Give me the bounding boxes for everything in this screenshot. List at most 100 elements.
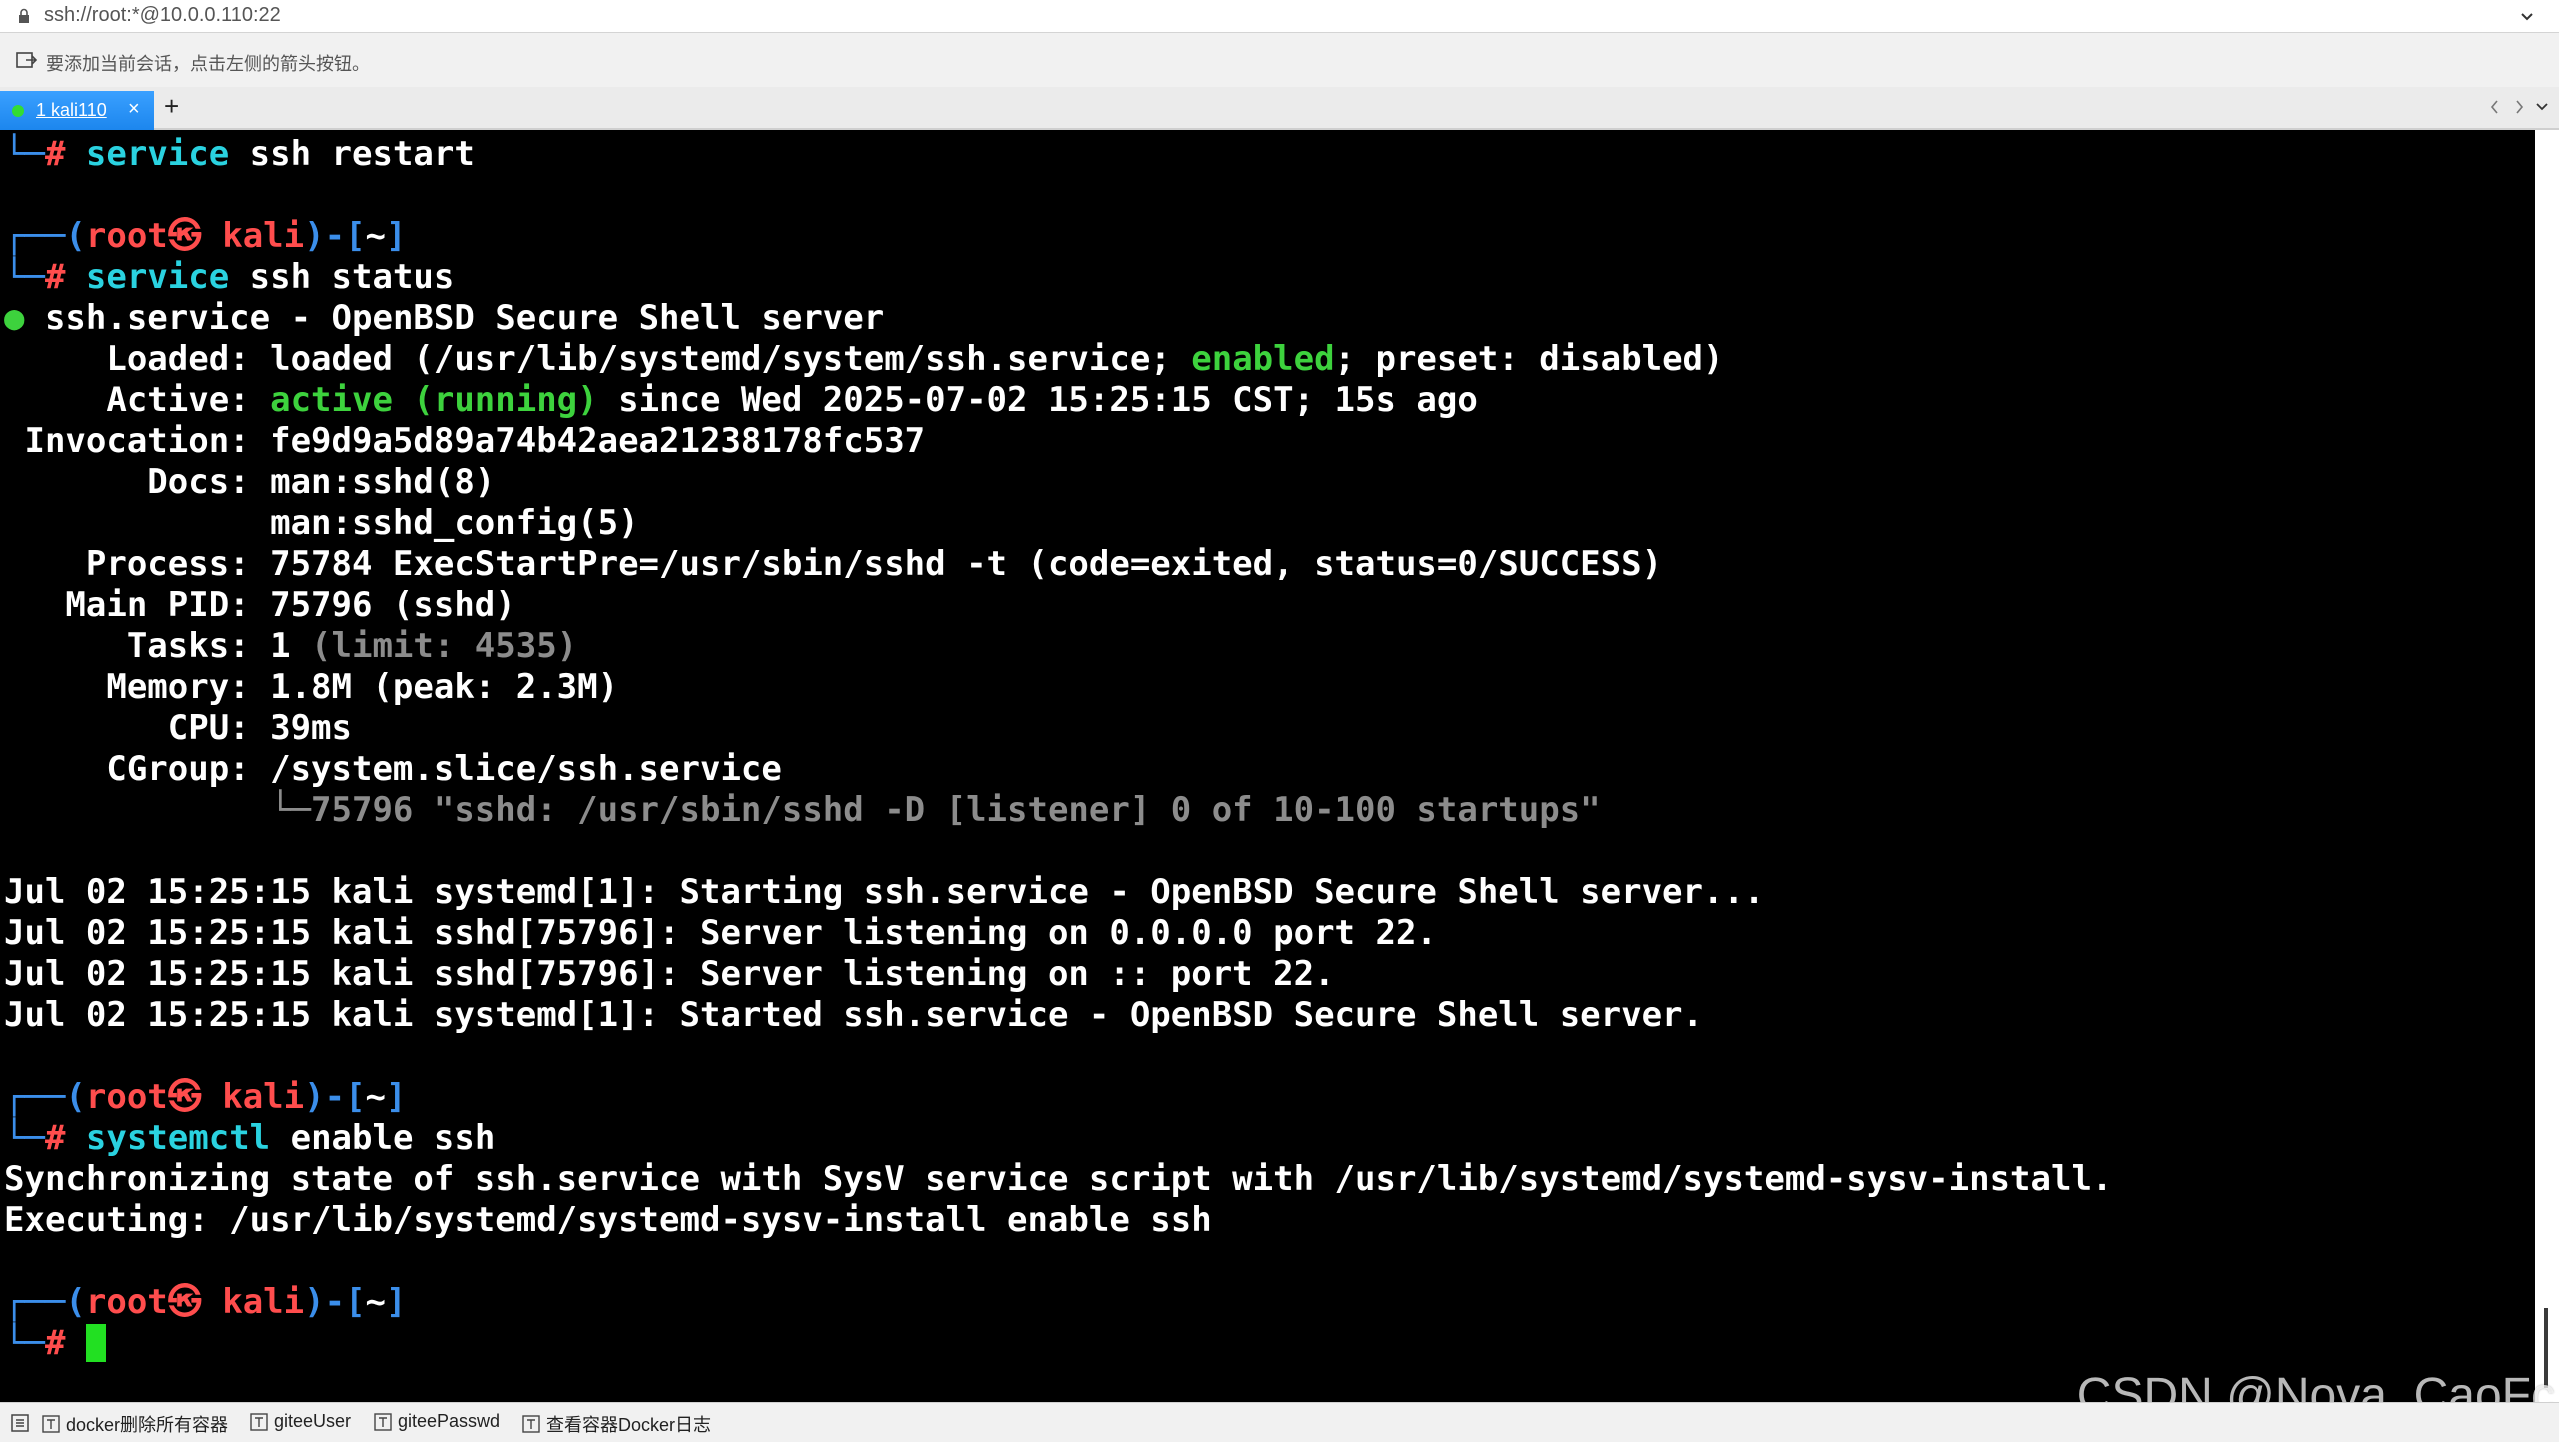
terminal-text-segment: systemctl xyxy=(85,1118,271,1158)
terminal-text-segment: ssh status xyxy=(229,257,455,297)
terminal-text-segment: active (running) xyxy=(270,380,598,420)
terminal-scrollbar[interactable] xyxy=(2535,130,2559,1402)
terminal-line: Process: 75784 ExecStartPre=/usr/sbin/ss… xyxy=(4,544,2112,585)
terminal-line: └─# service ssh status xyxy=(4,257,2112,298)
tab-kali110[interactable]: 1 kali110 × xyxy=(0,91,154,130)
terminal-text-segment: Jul 02 15:25:15 kali sshd[75796]: Server… xyxy=(4,954,1335,994)
terminal-text-segment: └─75796 "sshd: /usr/sbin/sshd -D [listen… xyxy=(4,790,1601,830)
terminal-line: CPU: 39ms xyxy=(4,708,2112,749)
terminal-text-segment: Process: 75784 ExecStartPre=/usr/sbin/ss… xyxy=(4,544,1663,584)
terminal-text-segment: Memory: 1.8M (peak: 2.3M) xyxy=(4,667,619,707)
terminal-line: Jul 02 15:25:15 kali sshd[75796]: Server… xyxy=(4,913,2112,954)
terminal-line: └─# xyxy=(4,1323,2112,1364)
terminal-line: Loaded: loaded (/usr/lib/systemd/system/… xyxy=(4,339,2112,380)
terminal-text-segment: man:sshd_config(5) xyxy=(4,503,639,543)
terminal-line: Jul 02 15:25:15 kali systemd[1]: Started… xyxy=(4,995,2112,1036)
terminal-text-segment: enable ssh xyxy=(270,1118,496,1158)
terminal-text-segment: # xyxy=(44,257,86,297)
terminal-line: └─# service ssh restart xyxy=(4,134,2112,175)
terminal-line: Tasks: 1 (limit: 4535) xyxy=(4,626,2112,667)
quick-command-label: giteePasswd xyxy=(398,1411,501,1431)
session-hint-text: 要添加当前会话，点击左侧的箭头按钮。 xyxy=(46,54,370,74)
terminal-text-segment: ] xyxy=(386,1077,407,1117)
terminal-text-segment: Loaded: loaded (/usr/lib/systemd/system/… xyxy=(4,339,1192,379)
new-tab-button[interactable]: + xyxy=(164,91,179,122)
terminal-line: man:sshd_config(5) xyxy=(4,503,2112,544)
terminal-text-segment: ssh restart xyxy=(229,134,475,174)
terminal-text-segment: └─ xyxy=(4,1118,45,1158)
terminal-text-segment: Jul 02 15:25:15 kali sshd[75796]: Server… xyxy=(4,913,1437,953)
terminal-text-segment: ] xyxy=(386,216,407,256)
terminal-text-segment: ┌──( xyxy=(4,1282,86,1322)
terminal-line: └─# systemctl enable ssh xyxy=(4,1118,2112,1159)
terminal-line: Jul 02 15:25:15 kali systemd[1]: Startin… xyxy=(4,872,2112,913)
chevron-down-icon[interactable] xyxy=(2517,6,2537,26)
quick-command-label: 查看容器Docker日志 xyxy=(546,1415,712,1435)
session-hint-bar: 要添加当前会话，点击左侧的箭头按钮。 xyxy=(0,33,2559,87)
terminal-text-segment: Jul 02 15:25:15 kali systemd[1]: Started… xyxy=(4,995,1703,1035)
terminal-text-segment: ; preset: disabled) xyxy=(1334,339,1724,379)
terminal-line: ● ssh.service - OpenBSD Secure Shell ser… xyxy=(4,298,2112,339)
quick-command-docker-rm[interactable]: docker删除所有容器 xyxy=(42,1411,228,1437)
terminal-text-segment: Main PID: 75796 (sshd) xyxy=(4,585,516,625)
connection-status-icon xyxy=(12,105,24,117)
terminal-text-segment: Docs: man:sshd(8) xyxy=(4,462,496,502)
chevron-right-icon[interactable] xyxy=(2516,100,2524,114)
terminal-text-segment: ┌──( xyxy=(4,216,86,256)
terminal-line: └─75796 "sshd: /usr/sbin/sshd -D [listen… xyxy=(4,790,2112,831)
terminal-text-segment: Synchronizing state of ssh.service with … xyxy=(4,1159,2113,1199)
quick-command-label: giteeUser xyxy=(274,1411,352,1431)
add-session-icon[interactable] xyxy=(16,51,38,71)
command-icon xyxy=(42,1415,60,1433)
terminal-text-segment: ~ xyxy=(365,1282,387,1322)
terminal-text-segment: # xyxy=(44,1118,86,1158)
chevron-left-icon[interactable] xyxy=(2490,100,2498,114)
terminal-text-segment: )-[ xyxy=(304,1282,366,1322)
terminal-text: └─# service ssh restart ┌──(root㉿ kali)-[… xyxy=(4,134,2112,1364)
terminal-text-segment: root㉿ kali xyxy=(85,216,305,256)
terminal-text-segment: Active: xyxy=(4,380,271,420)
terminal-text-segment: └─ xyxy=(4,1323,45,1363)
terminal-text-segment: root㉿ kali xyxy=(85,1282,305,1322)
terminal-text-segment: )-[ xyxy=(304,1077,366,1117)
terminal-text-segment: ┌──( xyxy=(4,1077,86,1117)
quick-command-menu-icon[interactable] xyxy=(10,1413,30,1433)
terminal-text-segment: enabled xyxy=(1191,339,1335,379)
terminal-text-segment: root㉿ kali xyxy=(85,1077,305,1117)
terminal-text-segment: Tasks: 1 xyxy=(4,626,312,666)
terminal-line: Executing: /usr/lib/systemd/systemd-sysv… xyxy=(4,1200,2112,1241)
lock-icon xyxy=(19,8,29,23)
terminal-cursor xyxy=(85,1324,106,1362)
terminal-text-segment: service xyxy=(85,257,230,297)
terminal-text-segment: CGroup: /system.slice/ssh.service xyxy=(4,749,782,789)
terminal-text-segment: CPU: 39ms xyxy=(4,708,352,748)
close-tab-icon[interactable]: × xyxy=(128,98,140,121)
terminal-text-segment: Executing: /usr/lib/systemd/systemd-sysv… xyxy=(4,1200,1212,1240)
terminal-text-segment: # xyxy=(44,1323,86,1363)
address-url[interactable]: ssh://root:*@10.0.0.110:22 xyxy=(44,4,281,27)
terminal-text-segment: since Wed 2025-07-02 15:25:15 CST; 15s a… xyxy=(597,380,1478,420)
terminal-text-segment: ● xyxy=(4,298,45,338)
quick-command-docker-logs[interactable]: 查看容器Docker日志 xyxy=(522,1411,711,1437)
chevron-down-icon[interactable] xyxy=(2536,103,2548,111)
terminal-line: Docs: man:sshd(8) xyxy=(4,462,2112,503)
terminal-text-segment: ssh.service - OpenBSD Secure Shell serve… xyxy=(44,298,885,338)
quick-command-gitee-user[interactable]: giteeUser xyxy=(250,1411,351,1432)
tab-label: 1 kali110 xyxy=(36,100,107,120)
terminal-text-segment: └─ xyxy=(4,134,45,174)
terminal-text-segment: ] xyxy=(386,1282,407,1322)
terminal-line: CGroup: /system.slice/ssh.service xyxy=(4,749,2112,790)
terminal-text-segment: ~ xyxy=(365,216,387,256)
quick-command-gitee-passwd[interactable]: giteePasswd xyxy=(374,1411,500,1432)
address-bar[interactable]: ssh://root:*@10.0.0.110:22 xyxy=(0,0,2559,33)
command-icon xyxy=(522,1415,540,1433)
terminal-output[interactable]: └─# service ssh restart ┌──(root㉿ kali)-[… xyxy=(0,130,2535,1402)
terminal-text-segment: (limit: 4535) xyxy=(311,626,578,666)
terminal-text-segment: )-[ xyxy=(304,216,366,256)
terminal-text-segment: # xyxy=(44,134,86,174)
terminal-line: Memory: 1.8M (peak: 2.3M) xyxy=(4,667,2112,708)
terminal-line: ┌──(root㉿ kali)-[~] xyxy=(4,1282,2112,1323)
